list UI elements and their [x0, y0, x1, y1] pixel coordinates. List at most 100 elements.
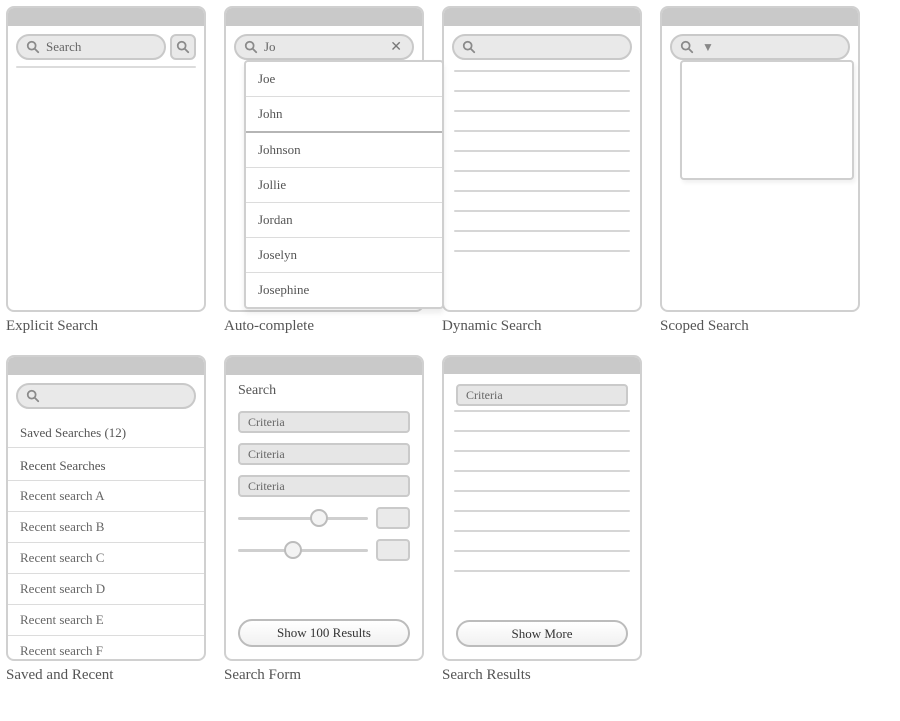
device-statusbar	[444, 8, 640, 26]
result-row[interactable]	[454, 430, 630, 432]
recent-searches-heading: Recent Searches	[8, 448, 204, 476]
device-frame	[442, 6, 642, 312]
search-icon	[176, 40, 190, 54]
result-row[interactable]	[454, 150, 630, 152]
autocomplete-item[interactable]: Johnson	[246, 133, 442, 168]
device-frame: Saved Searches (12) Recent Searches Rece…	[6, 355, 206, 661]
panel-search-form: Search Criteria Criteria Criteria	[224, 355, 424, 684]
panel-saved-recent: Saved Searches (12) Recent Searches Rece…	[6, 355, 206, 684]
recent-search-item[interactable]: Recent search E	[8, 605, 204, 636]
criteria-field-1[interactable]: Criteria	[238, 411, 410, 433]
slider-1[interactable]	[238, 507, 410, 529]
criteria-label: Criteria	[248, 415, 285, 430]
button-label: Show 100 Results	[277, 625, 371, 641]
result-row[interactable]	[454, 450, 630, 452]
slider-thumb-icon[interactable]	[284, 541, 302, 559]
device-frame: Jo ✕ JoeJohnJohnsonJollieJordanJoselynJo…	[224, 6, 424, 312]
panel-caption: Search Form	[224, 667, 424, 684]
search-bar	[16, 383, 196, 409]
autocomplete-item[interactable]: John	[246, 97, 442, 133]
criteria-field-2[interactable]: Criteria	[238, 443, 410, 465]
device-frame: Search Criteria Criteria Criteria	[224, 355, 424, 661]
result-row[interactable]	[454, 550, 630, 552]
result-row[interactable]	[454, 510, 630, 512]
panel-caption: Auto-complete	[224, 318, 424, 335]
panel-caption: Scoped Search	[660, 318, 860, 335]
search-icon	[244, 40, 258, 54]
search-bar: Search	[16, 34, 196, 60]
search-placeholder: Search	[46, 39, 81, 55]
panel-caption: Search Results	[442, 667, 642, 684]
scope-chevron-icon[interactable]: ▼	[702, 40, 714, 55]
recent-searches-list: Recent search ARecent search BRecent sea…	[8, 481, 204, 661]
search-value: Jo	[264, 39, 276, 55]
recent-search-item[interactable]: Recent search C	[8, 543, 204, 574]
panel-scoped-search: ▼ Scoped Search	[660, 6, 860, 335]
result-row[interactable]	[454, 90, 630, 92]
recent-search-item[interactable]: Recent search D	[8, 574, 204, 605]
result-row[interactable]	[454, 130, 630, 132]
search-bar: Jo ✕	[234, 34, 414, 60]
autocomplete-dropdown: JoeJohnJohnsonJollieJordanJoselynJosephi…	[244, 60, 444, 309]
panel-explicit-search: Search Explicit Search	[6, 6, 206, 335]
slider-thumb-icon[interactable]	[310, 509, 328, 527]
show-results-button[interactable]: Show 100 Results	[238, 619, 410, 647]
result-row[interactable]	[454, 250, 630, 252]
result-row[interactable]	[454, 470, 630, 472]
search-bar: ▼	[670, 34, 850, 60]
panel-dynamic-search: Dynamic Search	[442, 6, 642, 335]
recent-search-item[interactable]: Recent search B	[8, 512, 204, 543]
clear-icon[interactable]: ✕	[388, 39, 404, 56]
search-input[interactable]: Search	[16, 34, 166, 60]
slider-track	[238, 517, 368, 520]
search-icon	[26, 389, 40, 403]
result-row[interactable]	[454, 70, 630, 72]
result-row[interactable]	[454, 410, 630, 412]
result-row[interactable]	[454, 530, 630, 532]
result-row[interactable]	[454, 110, 630, 112]
search-input[interactable]: ▼	[670, 34, 850, 60]
criteria-summary: Criteria	[444, 376, 640, 406]
results-list	[454, 410, 630, 620]
search-input[interactable]	[16, 383, 196, 409]
button-label: Show More	[511, 626, 572, 642]
divider	[16, 66, 196, 68]
autocomplete-item[interactable]: Jollie	[246, 168, 442, 203]
criteria-field[interactable]: Criteria	[456, 384, 628, 406]
device-frame: Criteria Show More	[442, 355, 642, 661]
device-statusbar	[444, 357, 640, 374]
device-frame: Search	[6, 6, 206, 312]
result-row[interactable]	[454, 230, 630, 232]
search-input[interactable]: Jo ✕	[234, 34, 414, 60]
result-row[interactable]	[454, 170, 630, 172]
search-icon	[462, 40, 476, 54]
saved-searches-heading[interactable]: Saved Searches (12)	[8, 415, 204, 443]
autocomplete-item[interactable]: Josephine	[246, 273, 442, 307]
recent-search-item[interactable]: Recent search F	[8, 636, 204, 661]
result-row[interactable]	[454, 570, 630, 572]
autocomplete-item[interactable]: Joselyn	[246, 238, 442, 273]
show-more-button[interactable]: Show More	[456, 620, 628, 647]
search-icon	[680, 40, 694, 54]
result-row[interactable]	[454, 190, 630, 192]
slider-2[interactable]	[238, 539, 410, 561]
recent-search-item[interactable]: Recent search A	[8, 481, 204, 512]
panel-autocomplete: Jo ✕ JoeJohnJohnsonJollieJordanJoselynJo…	[224, 6, 424, 335]
slider-value-box[interactable]	[376, 539, 410, 561]
slider-track	[238, 549, 368, 552]
autocomplete-item[interactable]: Joe	[246, 62, 442, 97]
search-input[interactable]	[452, 34, 632, 60]
result-row[interactable]	[454, 490, 630, 492]
search-submit-button[interactable]	[170, 34, 196, 60]
device-statusbar	[226, 357, 422, 375]
criteria-field-3[interactable]: Criteria	[238, 475, 410, 497]
result-row[interactable]	[454, 210, 630, 212]
results-list	[454, 70, 630, 252]
device-statusbar	[8, 357, 204, 375]
slider-value-box[interactable]	[376, 507, 410, 529]
search-form: Search Criteria Criteria Criteria	[226, 377, 422, 571]
panel-caption: Explicit Search	[6, 318, 206, 335]
scope-popover[interactable]	[680, 60, 854, 180]
autocomplete-item[interactable]: Jordan	[246, 203, 442, 238]
device-statusbar	[226, 8, 422, 26]
